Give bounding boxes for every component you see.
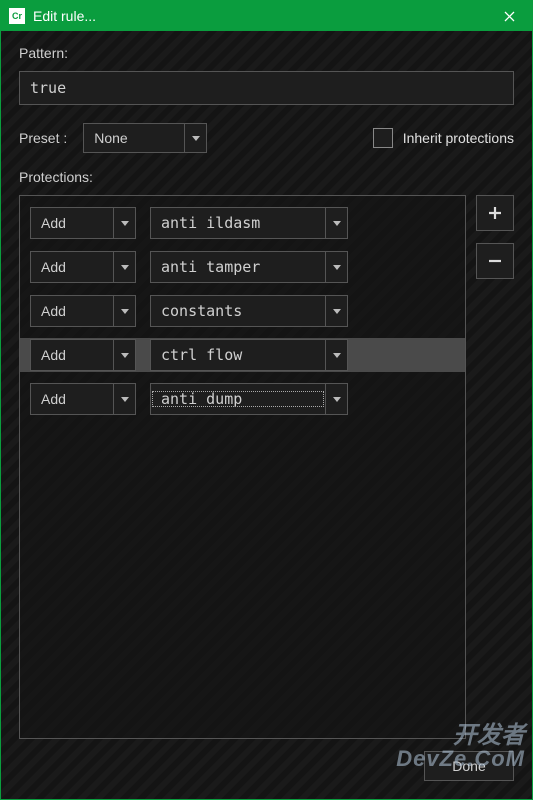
protection-mode-select[interactable]: Add bbox=[30, 383, 136, 415]
preset-row: Preset : None Inherit protections bbox=[19, 123, 514, 153]
remove-protection-button[interactable] bbox=[476, 243, 514, 279]
preset-select[interactable]: None bbox=[83, 123, 207, 153]
plus-icon bbox=[488, 206, 502, 220]
chevron-down-icon bbox=[113, 296, 135, 326]
protection-name-value: ctrl flow bbox=[151, 346, 325, 364]
inherit-checkbox-wrap[interactable]: Inherit protections bbox=[373, 128, 514, 148]
protection-mode-value: Add bbox=[31, 391, 113, 407]
preset-label: Preset : bbox=[19, 130, 67, 146]
chevron-down-icon bbox=[325, 296, 347, 326]
protection-row[interactable]: Add anti dump bbox=[28, 382, 457, 416]
protection-name-select[interactable]: anti tamper bbox=[150, 251, 348, 283]
protection-name-select[interactable]: constants bbox=[150, 295, 348, 327]
pattern-input[interactable] bbox=[19, 71, 514, 105]
protection-mode-select[interactable]: Add bbox=[30, 339, 136, 371]
close-icon bbox=[504, 11, 515, 22]
protection-name-select[interactable]: anti ildasm bbox=[150, 207, 348, 239]
minus-icon bbox=[488, 254, 502, 268]
protection-mode-value: Add bbox=[31, 215, 113, 231]
protection-mode-select[interactable]: Add bbox=[30, 295, 136, 327]
dialog-footer: Done bbox=[1, 751, 532, 799]
chevron-down-icon bbox=[113, 384, 135, 414]
app-icon: Cr bbox=[9, 8, 25, 24]
inherit-label: Inherit protections bbox=[403, 130, 514, 146]
protection-name-value: constants bbox=[151, 302, 325, 320]
protection-mode-select[interactable]: Add bbox=[30, 251, 136, 283]
protection-mode-select[interactable]: Add bbox=[30, 207, 136, 239]
protection-name-value: anti dump bbox=[151, 390, 325, 408]
inherit-checkbox[interactable] bbox=[373, 128, 393, 148]
protection-name-select[interactable]: ctrl flow bbox=[150, 339, 348, 371]
protection-row[interactable]: Add anti tamper bbox=[28, 250, 457, 284]
protection-row[interactable]: Add ctrl flow bbox=[20, 338, 465, 372]
protections-label: Protections: bbox=[19, 169, 514, 185]
chevron-down-icon bbox=[325, 340, 347, 370]
chevron-down-icon bbox=[325, 208, 347, 238]
protection-mode-value: Add bbox=[31, 259, 113, 275]
protections-area: Add anti ildasm Add anti tamper Add constants… bbox=[19, 195, 514, 739]
protections-list[interactable]: Add anti ildasm Add anti tamper Add constants… bbox=[19, 195, 466, 739]
chevron-down-icon bbox=[113, 340, 135, 370]
side-buttons bbox=[476, 195, 514, 739]
preset-select-value: None bbox=[84, 130, 184, 146]
done-button[interactable]: Done bbox=[424, 751, 514, 781]
chevron-down-icon bbox=[113, 252, 135, 282]
dialog-content: Pattern: Preset : None Inherit protectio… bbox=[1, 31, 532, 751]
protection-name-value: anti tamper bbox=[151, 258, 325, 276]
chevron-down-icon bbox=[325, 252, 347, 282]
chevron-down-icon bbox=[184, 124, 206, 152]
chevron-down-icon bbox=[113, 208, 135, 238]
window-title: Edit rule... bbox=[33, 8, 494, 24]
edit-rule-dialog: Cr Edit rule... Pattern: Preset : None I… bbox=[0, 0, 533, 800]
protection-mode-value: Add bbox=[31, 303, 113, 319]
add-protection-button[interactable] bbox=[476, 195, 514, 231]
protection-name-value: anti ildasm bbox=[151, 214, 325, 232]
pattern-label: Pattern: bbox=[19, 45, 514, 61]
protection-row[interactable]: Add anti ildasm bbox=[28, 206, 457, 240]
chevron-down-icon bbox=[325, 384, 347, 414]
protection-mode-value: Add bbox=[31, 347, 113, 363]
protection-row[interactable]: Add constants bbox=[28, 294, 457, 328]
protection-name-select[interactable]: anti dump bbox=[150, 383, 348, 415]
close-button[interactable] bbox=[494, 3, 524, 29]
titlebar: Cr Edit rule... bbox=[1, 1, 532, 31]
